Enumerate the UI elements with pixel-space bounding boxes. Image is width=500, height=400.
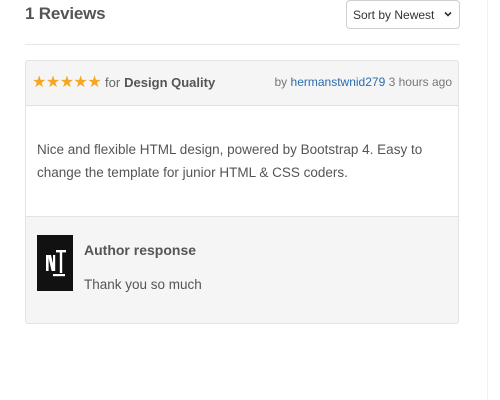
for-word: for — [105, 75, 121, 90]
review-card: ★★★★★ for Design Quality by hermanstwnid2… — [25, 60, 459, 324]
review-category: Design Quality — [124, 75, 216, 90]
author-response-text: Thank you so much — [84, 277, 202, 292]
reviews-page: 1 Reviews Sort by Newest ★★★★★ for Design… — [0, 0, 500, 400]
chevron-down-icon — [444, 11, 452, 17]
author-response-title: Author response — [84, 242, 197, 258]
review-body: Nice and flexible HTML design, powered b… — [26, 106, 458, 216]
review-author-link[interactable]: hermanstwnid279 — [291, 75, 386, 89]
nt-logo-icon — [37, 235, 73, 291]
review-byline: by hermanstwnid279 3 hours ago — [275, 75, 453, 89]
by-word: by — [274, 75, 288, 89]
scrollbar-track[interactable] — [487, 0, 500, 400]
reviews-header: 1 Reviews Sort by Newest — [25, 0, 460, 45]
sort-dropdown[interactable]: Sort by Newest — [346, 0, 460, 29]
author-avatar — [37, 235, 73, 291]
author-response: Author response Thank you so much — [26, 216, 458, 323]
review-text: Nice and flexible HTML design, powered b… — [37, 142, 423, 180]
review-category-label: for Design Quality — [105, 75, 215, 90]
star-rating: ★★★★★ — [32, 74, 102, 91]
review-card-header: ★★★★★ for Design Quality by hermanstwnid2… — [26, 61, 458, 106]
reviews-count: 1 Reviews — [25, 4, 106, 23]
sort-selected-value: Sort by Newest — [353, 8, 435, 22]
review-time: 3 hours ago — [388, 75, 452, 89]
